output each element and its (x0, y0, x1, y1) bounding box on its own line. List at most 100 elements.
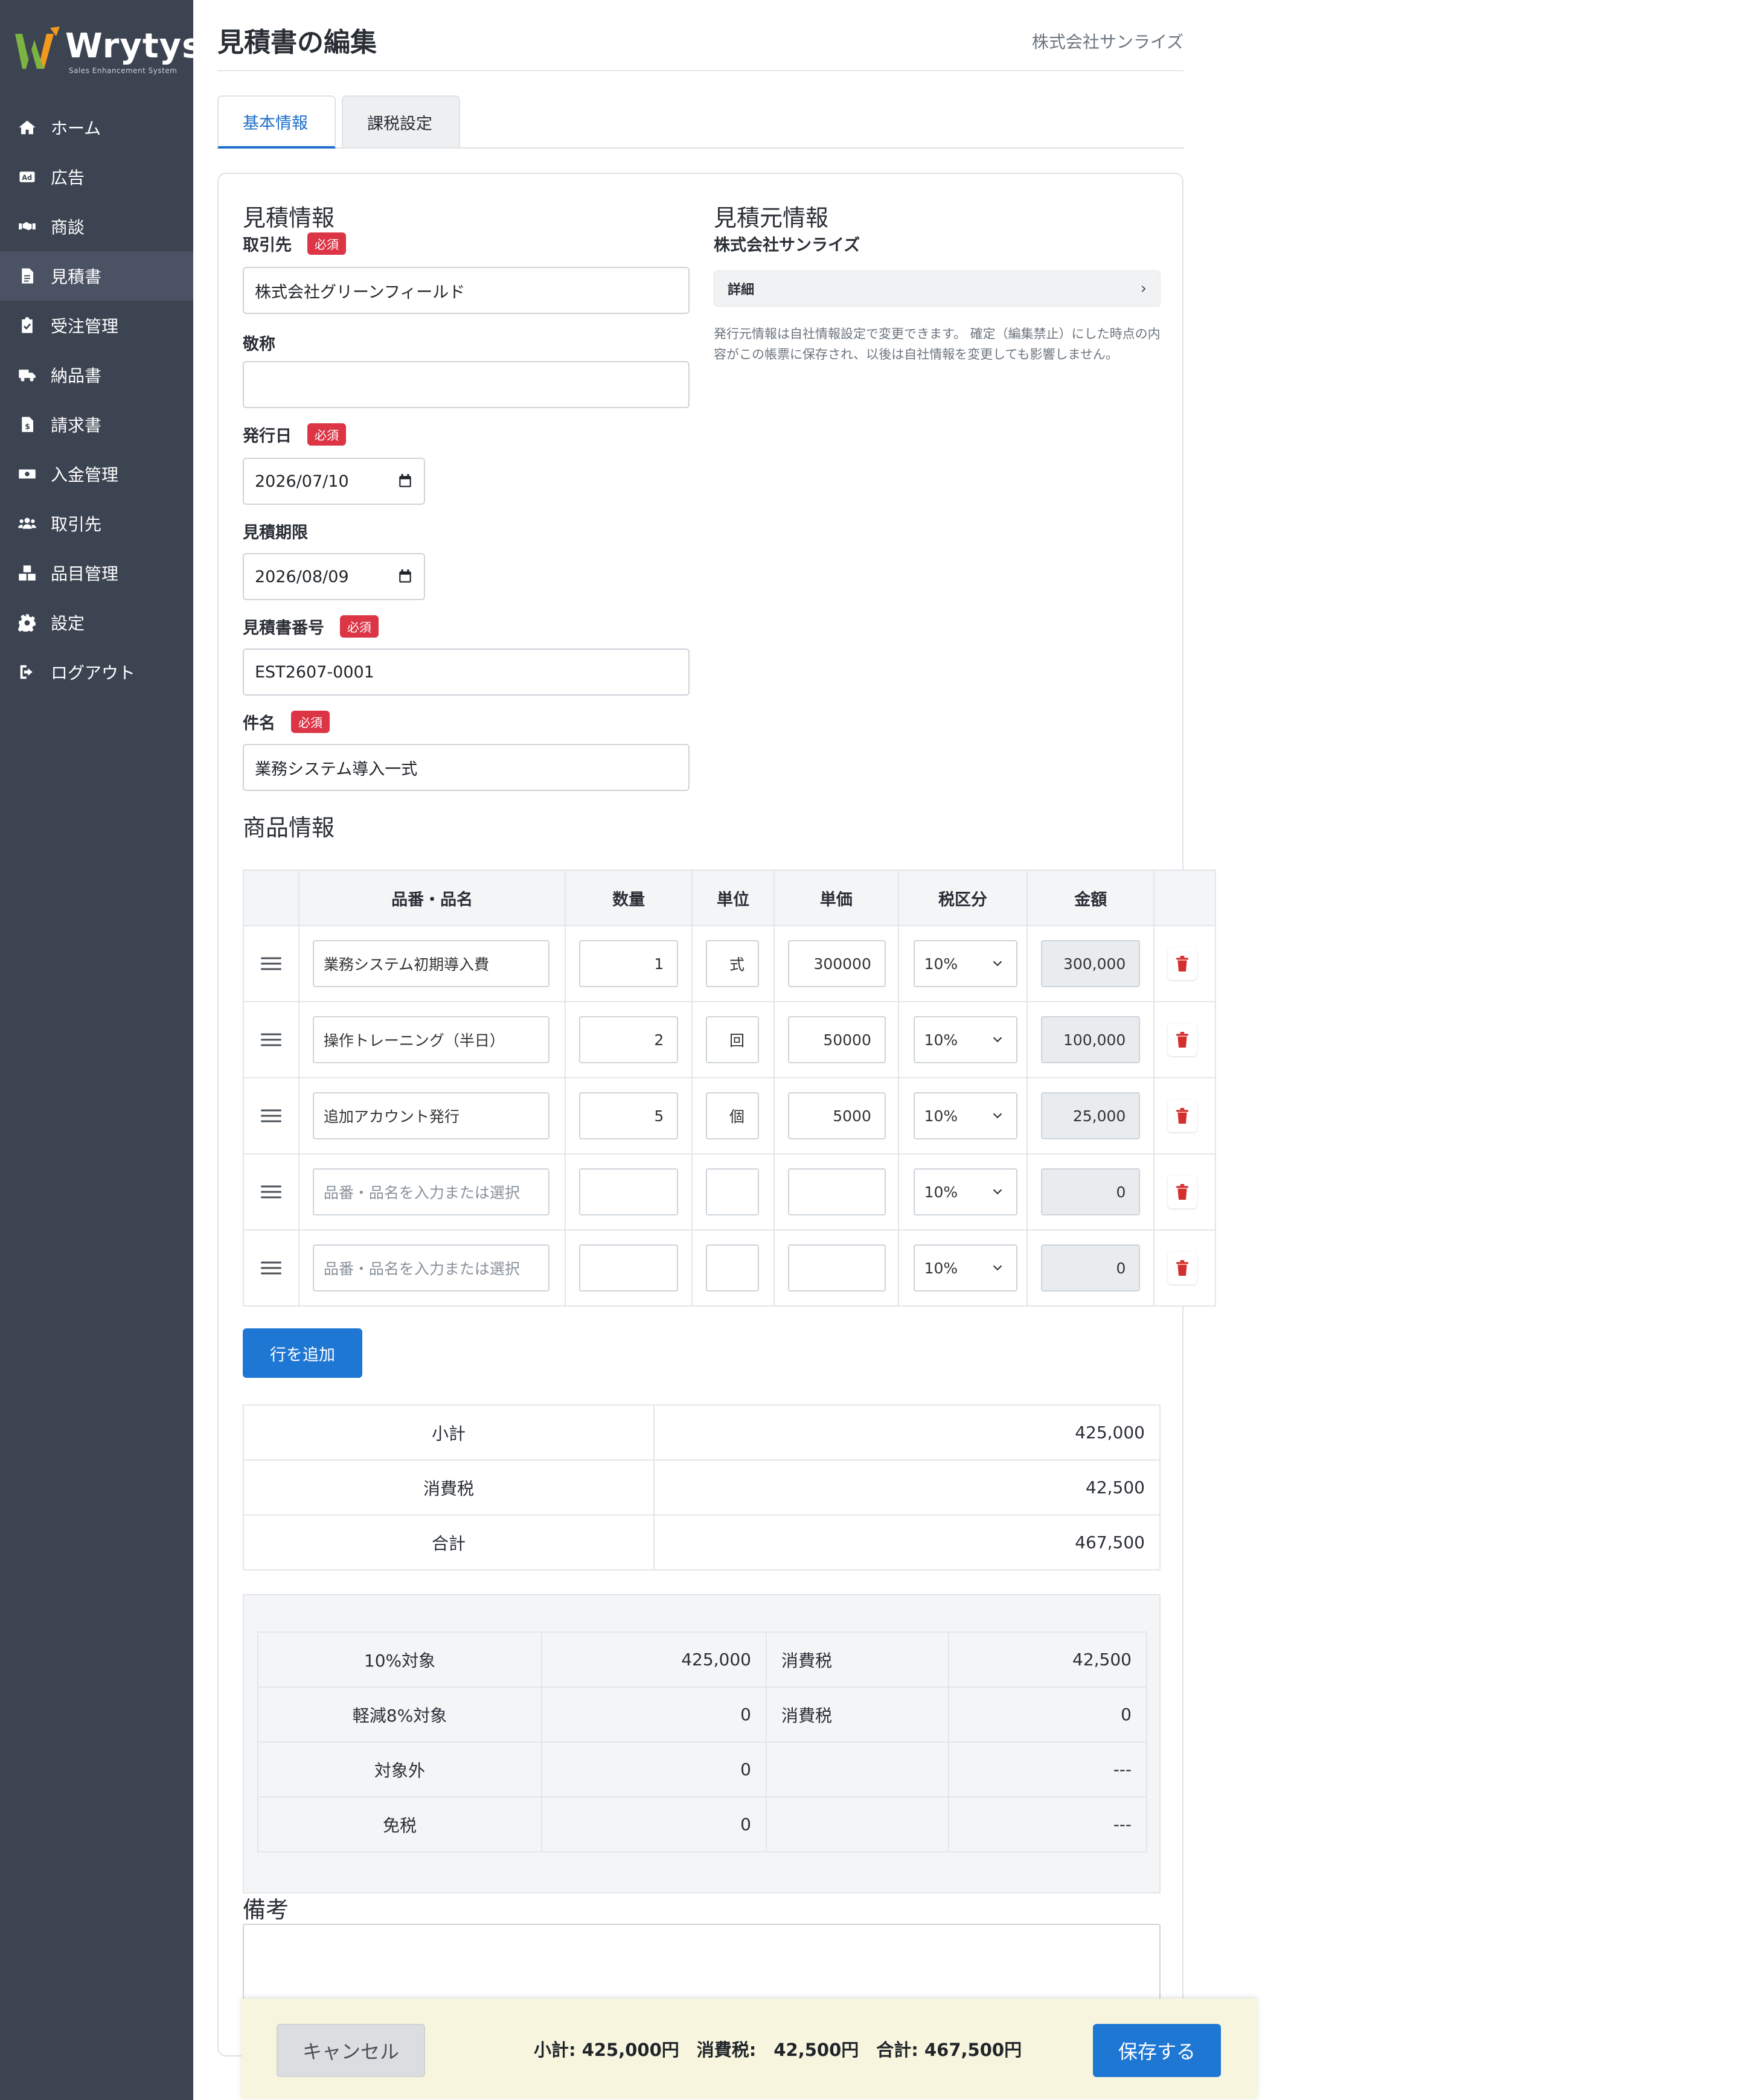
sidebar-item-label: ログアウト (51, 663, 136, 683)
trash-icon (1176, 1108, 1188, 1124)
actions-cell (1153, 1229, 1216, 1307)
svg-text:$: $ (25, 422, 30, 431)
estimate-number-field[interactable]: EST2607-0001 (243, 648, 690, 696)
unit-input[interactable]: 回 (706, 1016, 760, 1063)
calendar-icon[interactable] (397, 473, 413, 489)
drag-handle-icon[interactable] (261, 954, 281, 974)
delete-row-button[interactable] (1168, 1023, 1197, 1056)
issuer-detail-toggle[interactable]: 詳細 › (714, 271, 1161, 307)
sidebar-item-ads[interactable]: Ad 広告 (0, 152, 193, 202)
table-row: 軽減8%対象 0 消費税 0 (257, 1686, 1147, 1743)
table-row: 品番・品名を入力または選択 10% 0 (243, 1229, 1216, 1307)
item-name-input[interactable]: 業務システム初期導入費 (312, 940, 549, 987)
sidebar-item-orders[interactable]: 受注管理 (0, 301, 193, 350)
subject-field[interactable]: 業務システム導入一式 (243, 744, 690, 791)
tab-bar: 基本情報 課税設定 (217, 95, 1183, 149)
price-input[interactable] (787, 1168, 886, 1215)
sidebar-item-deals[interactable]: 商談 (0, 202, 193, 251)
drag-handle-icon[interactable] (261, 1258, 281, 1278)
tax-category: 対象外 (257, 1741, 542, 1797)
table-row: 免税 0 --- (257, 1796, 1147, 1852)
sidebar-item-home[interactable]: ホーム (0, 103, 193, 152)
sidebar-item-clients[interactable]: 取引先 (0, 499, 193, 548)
total-value: 467,500 (653, 1514, 1161, 1570)
item-name-input[interactable]: 追加アカウント発行 (312, 1092, 549, 1139)
tab-tax-settings[interactable]: 課税設定 (342, 95, 460, 149)
sidebar-item-payments[interactable]: 入金管理 (0, 449, 193, 499)
sidebar-item-estimates[interactable]: 見積書 (0, 251, 193, 301)
sidebar-item-delivery[interactable]: 納品書 (0, 350, 193, 400)
cancel-button[interactable]: キャンセル (277, 2024, 425, 2077)
unit-input[interactable] (706, 1168, 760, 1215)
sidebar-nav: ホーム Ad 広告 商談 見積書 受注管理 納品書 $ 請求書 入金管理 取引先 品… (0, 103, 193, 697)
tax-select[interactable]: 10% (913, 1016, 1017, 1063)
sidebar-item-logout[interactable]: ログアウト (0, 647, 193, 697)
save-button[interactable]: 保存する (1093, 2024, 1221, 2077)
drag-handle-icon[interactable] (261, 1030, 281, 1050)
tax-select[interactable]: 10% (913, 1168, 1017, 1215)
logout-icon (20, 665, 33, 679)
client-field[interactable]: 株式会社グリーンフィールド (243, 267, 690, 314)
page-title: 見積書の編集 (217, 27, 377, 58)
calendar-icon[interactable] (397, 569, 413, 584)
ad-icon: Ad (19, 171, 35, 182)
sidebar-item-label: 設定 (51, 613, 85, 633)
tab-basic-info[interactable]: 基本情報 (217, 95, 336, 149)
drag-cell (243, 1229, 299, 1307)
sidebar-item-settings[interactable]: 設定 (0, 598, 193, 647)
price-input[interactable]: 50000 (787, 1016, 886, 1063)
tax-cell: 10% (897, 1077, 1028, 1154)
delete-row-button[interactable] (1168, 1252, 1197, 1284)
taxable-base: 0 (541, 1686, 767, 1743)
unit-cell: 個 (691, 1077, 775, 1154)
price-input[interactable]: 300000 (787, 940, 886, 987)
name-cell: 品番・品名を入力または選択 (298, 1229, 566, 1307)
tax-cell: 10% (897, 925, 1028, 1002)
actions-cell (1153, 1077, 1216, 1154)
sidebar-item-items[interactable]: 品目管理 (0, 548, 193, 598)
money-icon (19, 469, 36, 479)
qty-input[interactable] (579, 1244, 679, 1292)
delete-row-button[interactable] (1168, 1176, 1197, 1208)
amount-output: 300,000 (1041, 940, 1141, 987)
drag-handle-icon[interactable] (261, 1106, 281, 1126)
item-name-input[interactable]: 品番・品名を入力または選択 (312, 1168, 549, 1215)
actions-cell (1153, 1153, 1216, 1231)
unit-input[interactable]: 個 (706, 1092, 760, 1139)
add-row-button[interactable]: 行を追加 (243, 1328, 362, 1378)
amount-cell: 100,000 (1026, 1001, 1155, 1078)
qty-input[interactable]: 2 (579, 1016, 679, 1063)
brand-logo[interactable]: Wrytys Sales Enhancement System (13, 23, 202, 83)
issue-date-field[interactable]: 2026/07/10 (243, 458, 425, 505)
unit-cell (691, 1153, 775, 1231)
required-badge: 必須 (307, 423, 346, 446)
sidebar-item-invoices[interactable]: $ 請求書 (0, 400, 193, 449)
delete-row-button[interactable] (1168, 947, 1197, 980)
price-input[interactable] (787, 1244, 886, 1292)
tax-select[interactable]: 10% (913, 1244, 1017, 1292)
tax-select[interactable]: 10% (913, 1092, 1017, 1139)
expiry-date-field[interactable]: 2026/08/09 (243, 553, 425, 600)
item-name-input[interactable]: 操作トレーニング（半日） (312, 1016, 549, 1063)
tax-cell: 10% (897, 1001, 1028, 1078)
qty-input[interactable] (579, 1168, 679, 1215)
price-cell: 300000 (773, 925, 899, 1002)
trash-icon (1176, 956, 1188, 972)
tax-breakdown-table: 10%対象 425,000 消費税 42,500 軽減8%対象 0 消費税 0 対象外 0 --… (257, 1631, 1147, 1852)
price-input[interactable]: 5000 (787, 1092, 886, 1139)
issuer-company-name: 株式会社サンライズ (714, 236, 860, 255)
honorific-label: 敬称 (243, 335, 275, 354)
unit-input[interactable] (706, 1244, 760, 1292)
tax-select[interactable]: 10% (913, 940, 1017, 987)
item-name-input[interactable]: 品番・品名を入力または選択 (312, 1244, 549, 1292)
total-label: 合計 (243, 1514, 655, 1570)
drag-handle-icon[interactable] (261, 1182, 281, 1202)
amount-output: 25,000 (1041, 1092, 1141, 1139)
delete-row-button[interactable] (1168, 1100, 1197, 1132)
qty-input[interactable]: 1 (579, 940, 679, 987)
unit-input[interactable]: 式 (706, 940, 760, 987)
svg-text:Ad: Ad (22, 174, 32, 182)
estimate-info-heading: 見積情報 (243, 205, 335, 231)
honorific-field[interactable] (243, 361, 690, 408)
qty-input[interactable]: 5 (579, 1092, 679, 1139)
